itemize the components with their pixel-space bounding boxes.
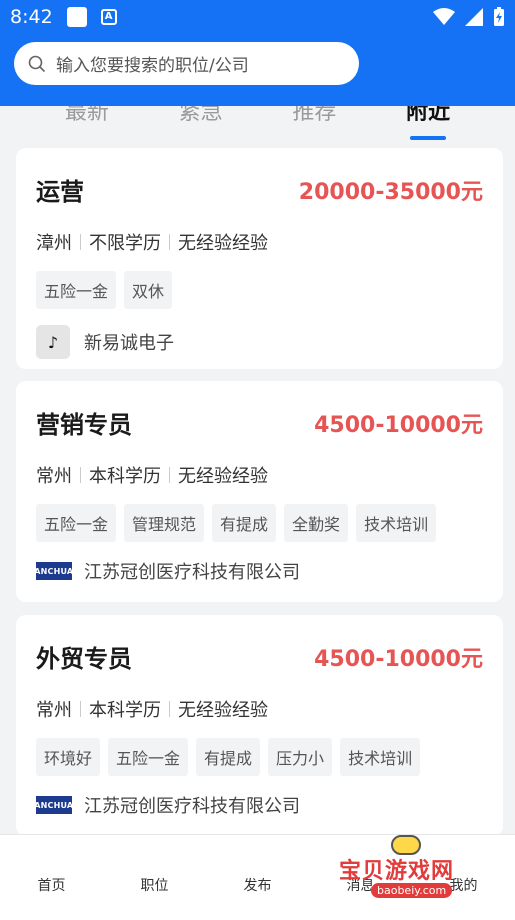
job-salary: 20000-35000元 [298, 179, 483, 205]
job-tag: 全勤奖 [284, 504, 349, 542]
company-name: 江苏冠创医疗科技有限公司 [84, 562, 300, 583]
job-card[interactable]: 外贸专员 4500-10000元 常州 本科学历 无经验经验 环境好 五险一金 … [16, 615, 503, 836]
nav-jobs[interactable]: 职位 [120, 875, 190, 895]
wifi-icon [433, 8, 455, 25]
job-salary: 4500-10000元 [314, 646, 483, 672]
job-card[interactable]: 运营 20000-35000元 漳州 不限学历 无经验经验 五险一金 双休 ♪ … [16, 148, 503, 369]
watermark-title: 宝贝游戏网 [339, 859, 455, 884]
job-tag: 压力小 [268, 738, 333, 776]
job-tag: 有提成 [196, 738, 261, 776]
notification-icon [66, 7, 87, 27]
job-tags: 环境好 五险一金 有提成 压力小 技术培训 [36, 738, 483, 776]
job-experience: 无经验经验 [178, 466, 268, 487]
job-meta: 常州 本科学历 无经验经验 [36, 462, 483, 488]
company-row[interactable]: GUANCHUANG 江苏冠创医疗科技有限公司 [21, 792, 483, 818]
job-city: 常州 [36, 700, 72, 721]
job-title: 营销专员 [36, 411, 132, 439]
job-city: 常州 [36, 466, 72, 487]
job-tag: 技术培训 [356, 504, 437, 542]
job-tag: 环境好 [36, 738, 101, 776]
signal-icon [465, 8, 483, 26]
header: 8:42 A 输入您要搜索的职位/公司 [0, 0, 515, 106]
status-bar: 8:42 A [0, 0, 515, 34]
job-card[interactable]: 营销专员 4500-10000元 常州 本科学历 无经验经验 五险一金 管理规范… [16, 381, 503, 602]
search-bar[interactable]: 输入您要搜索的职位/公司 [14, 42, 359, 85]
job-tag: 双休 [124, 271, 173, 309]
gamepad-icon [391, 835, 421, 855]
company-name: 江苏冠创医疗科技有限公司 [84, 796, 300, 817]
job-salary: 4500-10000元 [314, 412, 483, 438]
job-education: 不限学历 [89, 233, 161, 254]
job-education: 本科学历 [89, 466, 161, 487]
nav-publish[interactable]: 发布 [223, 875, 293, 895]
job-tag: 技术培训 [340, 738, 421, 776]
a-badge-icon: A [100, 9, 117, 25]
job-city: 漳州 [36, 233, 72, 254]
job-experience: 无经验经验 [178, 233, 268, 254]
company-row[interactable]: GUANCHUANG 江苏冠创医疗科技有限公司 [21, 558, 483, 584]
job-title: 外贸专员 [36, 645, 132, 673]
search-icon [28, 55, 46, 72]
job-experience: 无经验经验 [178, 700, 268, 721]
company-logo-icon: GUANCHUANG [21, 562, 87, 580]
company-name: 新易诚电子 [84, 333, 174, 354]
status-time: 8:42 [10, 6, 53, 28]
company-logo-icon: ♪ [36, 325, 70, 359]
job-title: 运营 [36, 178, 84, 206]
job-education: 本科学历 [89, 700, 161, 721]
job-tag: 管理规范 [124, 504, 205, 542]
job-tags: 五险一金 双休 [36, 271, 483, 309]
company-row[interactable]: ♪ 新易诚电子 [36, 325, 483, 359]
watermark: 宝贝游戏网 baobeiy.com [333, 835, 483, 905]
nav-home[interactable]: 首页 [17, 875, 87, 895]
job-meta: 常州 本科学历 无经验经验 [36, 696, 483, 722]
search-input[interactable]: 输入您要搜索的职位/公司 [56, 51, 249, 76]
job-meta: 漳州 不限学历 无经验经验 [36, 229, 483, 255]
job-tags: 五险一金 管理规范 有提成 全勤奖 技术培训 [36, 504, 483, 542]
job-tag: 五险一金 [36, 271, 117, 309]
company-logo-icon: GUANCHUANG [21, 796, 87, 814]
job-tag: 五险一金 [108, 738, 189, 776]
battery-icon [494, 7, 504, 26]
job-tag: 有提成 [212, 504, 277, 542]
job-tag: 五险一金 [36, 504, 117, 542]
watermark-url: baobeiy.com [371, 883, 453, 898]
